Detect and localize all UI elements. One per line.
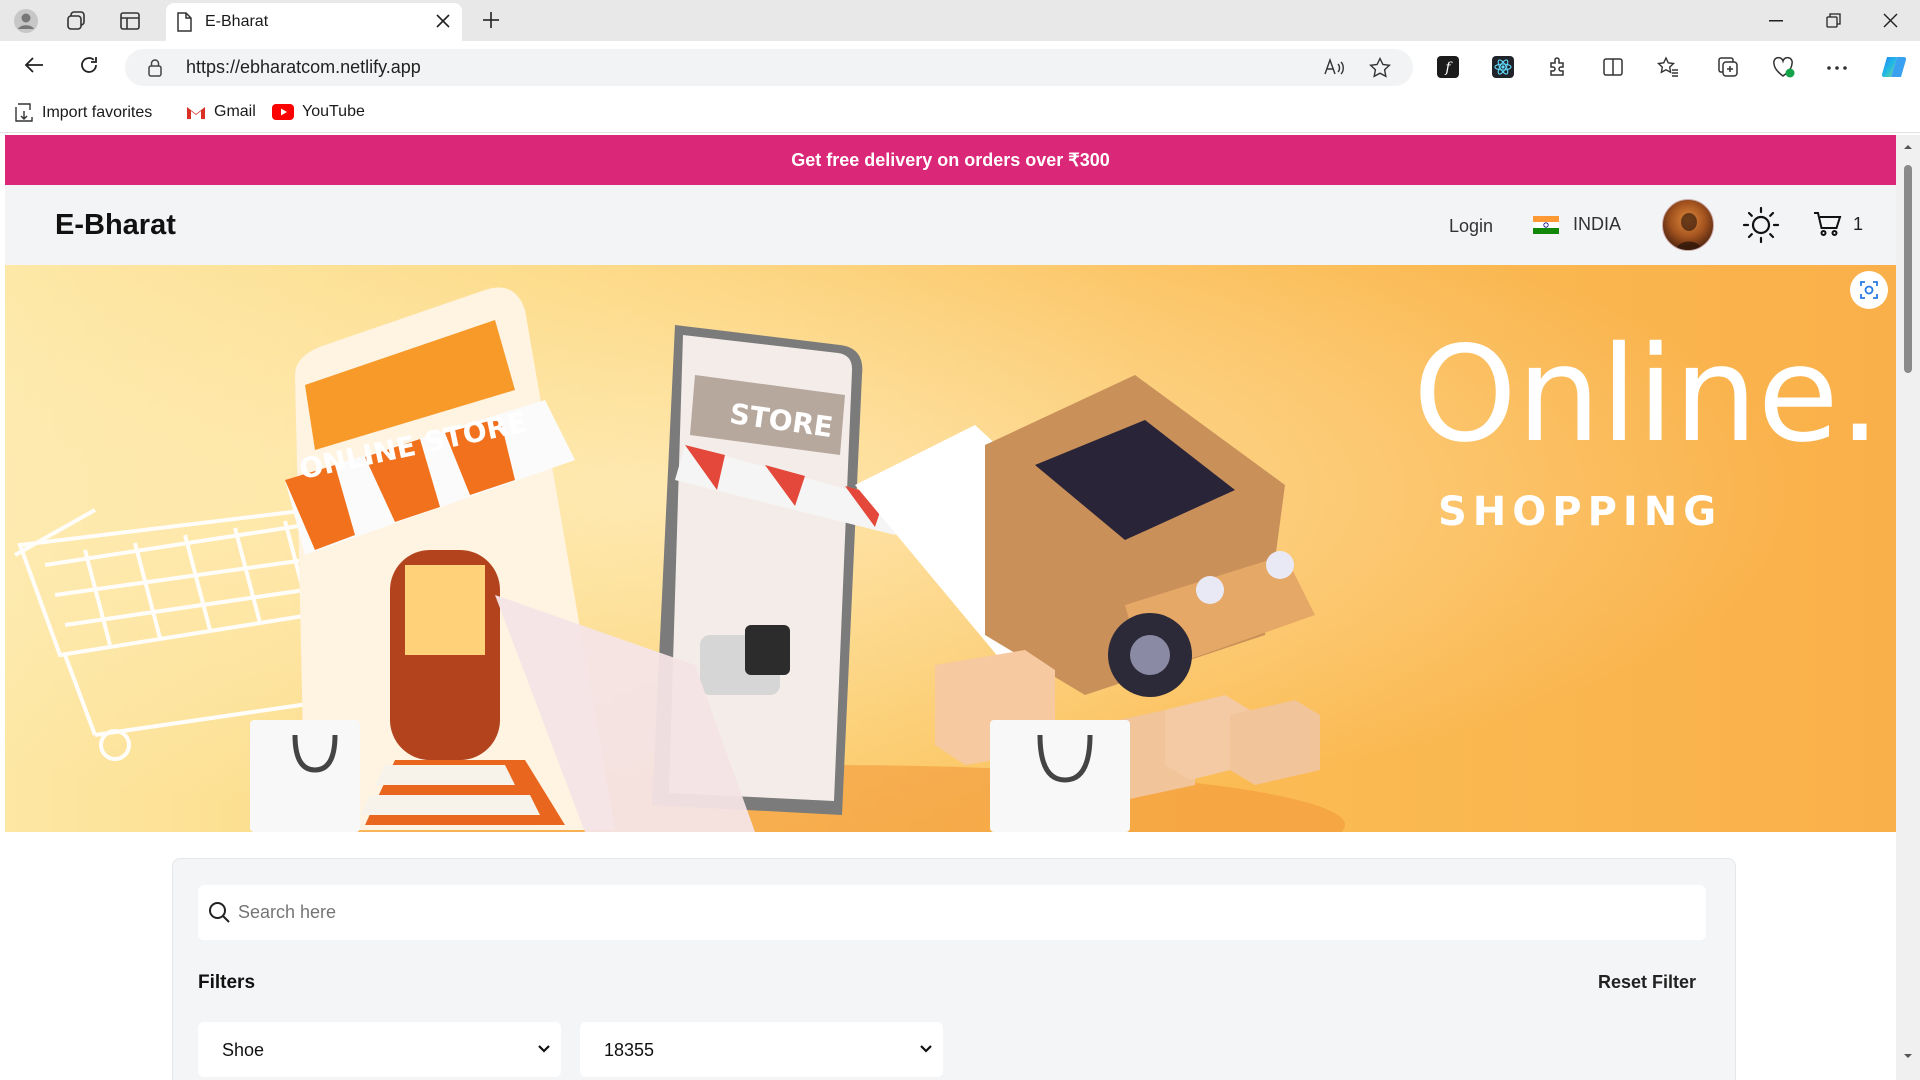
- country-label: INDIA: [1573, 214, 1622, 234]
- cart-icon: [1814, 212, 1842, 236]
- workspaces-icon[interactable]: [65, 10, 87, 32]
- gmail-icon: [187, 107, 205, 119]
- hero-illustration: ONLINE STORE STORE Online. SHOPPING: [5, 265, 1896, 832]
- youtube-link[interactable]: YouTube: [272, 103, 365, 121]
- refresh-icon[interactable]: [78, 54, 100, 76]
- restore-icon[interactable]: [1826, 13, 1841, 28]
- collections-icon[interactable]: [1717, 56, 1739, 78]
- react-devtools-icon[interactable]: [1492, 56, 1514, 78]
- copilot-icon[interactable]: [1880, 53, 1908, 81]
- category-select[interactable]: Shoe: [198, 1022, 561, 1077]
- web-page: Get free delivery on orders over ₹300 E-…: [5, 135, 1896, 1080]
- search-icon: [209, 902, 230, 923]
- search-field[interactable]: [198, 885, 1706, 940]
- scroll-up-icon[interactable]: [1903, 143, 1913, 150]
- profile-icon[interactable]: [13, 8, 39, 34]
- new-tab-icon[interactable]: [481, 10, 501, 30]
- import-favorites-icon: [15, 103, 33, 122]
- more-menu-icon[interactable]: [1827, 66, 1847, 70]
- split-screen-icon[interactable]: [1602, 56, 1624, 78]
- tab-title: E-Bharat: [205, 13, 269, 30]
- visual-search-button[interactable]: [1850, 271, 1888, 309]
- back-icon[interactable]: [23, 54, 45, 76]
- import-favorites-label: Import favorites: [42, 103, 153, 121]
- gmail-link[interactable]: Gmail: [186, 103, 256, 121]
- read-aloud-icon[interactable]: [1323, 57, 1345, 77]
- reset-filter-button[interactable]: Reset Filter: [1598, 972, 1696, 993]
- site-navbar: E-Bharat Login INDIA 1: [5, 185, 1896, 265]
- lock-icon[interactable]: [147, 58, 163, 77]
- chevron-down-icon: [538, 1045, 550, 1053]
- close-window-icon[interactable]: [1883, 13, 1898, 28]
- visual-search-icon: [1860, 281, 1878, 299]
- filters-title: Filters: [198, 972, 256, 993]
- youtube-label: YouTube: [302, 103, 365, 120]
- favorite-star-icon[interactable]: [1369, 57, 1391, 78]
- minimize-icon[interactable]: [1769, 20, 1783, 22]
- browser-essentials-icon[interactable]: [1772, 56, 1796, 78]
- chevron-down-icon: [920, 1045, 932, 1053]
- scrollbar-thumb[interactable]: [1904, 165, 1912, 373]
- gmail-label: Gmail: [214, 103, 256, 120]
- hero-headline: Online.: [1413, 318, 1881, 472]
- favorites-bar: Import favorites Gmail YouTube: [0, 94, 1920, 133]
- category-select-value: Shoe: [222, 1040, 265, 1060]
- price-select-value: 18355: [604, 1040, 655, 1060]
- browser-tab-strip: E-Bharat: [0, 0, 1920, 41]
- url-text[interactable]: https://ebharatcom.netlify.app: [186, 57, 421, 78]
- theme-toggle-sun-icon[interactable]: [1742, 206, 1780, 244]
- price-select[interactable]: 18355: [580, 1022, 943, 1077]
- filter-panel: Filters Reset Filter Shoe 18355: [172, 858, 1736, 1080]
- browser-tab[interactable]: E-Bharat: [166, 3, 462, 41]
- vertical-tabs-icon[interactable]: [119, 10, 141, 32]
- login-link[interactable]: Login: [1449, 216, 1493, 237]
- cart-button[interactable]: 1: [1813, 211, 1863, 237]
- font-extension-icon[interactable]: f: [1437, 56, 1459, 78]
- page-icon: [176, 12, 192, 32]
- promo-text: Get free delivery on orders over ₹300: [791, 149, 1110, 170]
- youtube-icon: [272, 104, 294, 120]
- extensions-icon[interactable]: [1547, 56, 1569, 78]
- hero-banner: ONLINE STORE STORE Online. SHOPPING: [5, 265, 1896, 832]
- scroll-down-icon[interactable]: [1903, 1053, 1913, 1060]
- hero-subheadline: SHOPPING: [1438, 489, 1722, 535]
- india-flag-icon: [1533, 215, 1559, 234]
- brand-logo[interactable]: E-Bharat: [55, 209, 176, 242]
- promo-banner: Get free delivery on orders over ₹300: [5, 135, 1896, 185]
- cart-count: 1: [1853, 213, 1864, 234]
- favorites-icon[interactable]: [1657, 56, 1679, 78]
- close-tab-icon[interactable]: [436, 14, 450, 28]
- user-avatar[interactable]: [1662, 199, 1714, 251]
- country-selector[interactable]: INDIA: [1533, 214, 1621, 235]
- page-scrollbar[interactable]: [1896, 135, 1920, 1080]
- address-bar[interactable]: https://ebharatcom.netlify.app: [125, 49, 1413, 86]
- import-favorites-link[interactable]: Import favorites: [14, 103, 152, 122]
- search-input[interactable]: [238, 885, 1688, 940]
